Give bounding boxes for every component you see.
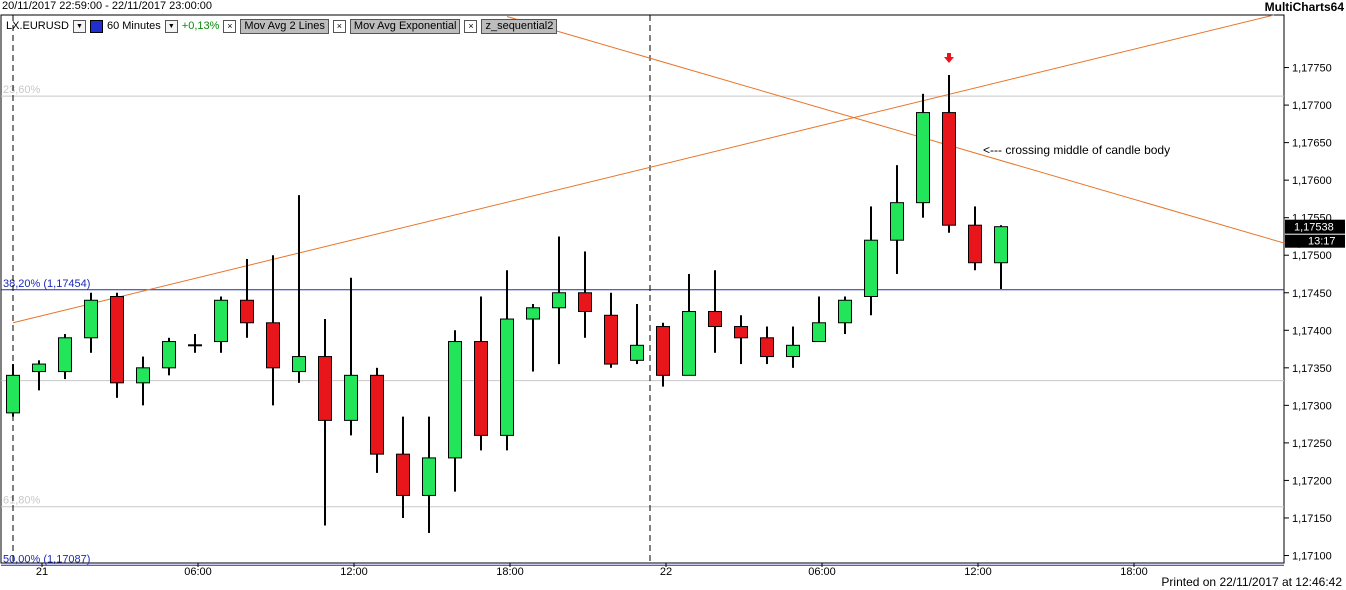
study-z-sequential2[interactable]: z_sequential2 — [481, 18, 558, 34]
change-label: +0,13% — [181, 20, 220, 32]
chevron-down-icon[interactable]: ▼ — [72, 19, 86, 33]
level-label: 23,60% — [3, 84, 41, 96]
candle-body — [500, 318, 514, 436]
candle-body — [84, 299, 98, 339]
candle-body — [6, 374, 20, 414]
candle-body — [890, 202, 904, 241]
date-range: 20/11/2017 22:59:00 - 22/11/2017 23:00:0… — [2, 0, 212, 12]
candle-body — [578, 292, 592, 313]
candle-body — [682, 311, 696, 376]
chart-toolbar: LX.EURUSD ▼ 60 Minutes ▼ +0,13% × Mov Av… — [6, 18, 561, 34]
candle-body — [812, 322, 826, 343]
candle-body — [136, 367, 150, 384]
x-tick-label: 21 — [36, 566, 48, 578]
y-tick-label: 1,17200 — [1292, 475, 1332, 487]
x-tick-label: 06:00 — [808, 566, 836, 578]
y-tick-label: 1,17600 — [1292, 175, 1332, 187]
chevron-down-icon[interactable]: ▼ — [164, 19, 178, 33]
y-tick-label: 1,17350 — [1292, 363, 1332, 375]
y-tick-label: 1,17450 — [1292, 288, 1332, 300]
level-label: 38,20% (1,17454) — [3, 278, 90, 290]
candle-body — [734, 326, 748, 339]
last-price-label: 1,17538 — [1294, 222, 1334, 234]
candle-body — [994, 226, 1008, 264]
close-icon[interactable]: × — [464, 19, 478, 33]
x-tick-label: 12:00 — [964, 566, 992, 578]
color-swatch-icon[interactable] — [89, 19, 103, 33]
candle-body — [370, 374, 384, 455]
y-tick-label: 1,17250 — [1292, 438, 1332, 450]
candle-body — [318, 356, 332, 421]
x-tick-label: 18:00 — [496, 566, 524, 578]
candle-body — [266, 322, 280, 369]
candle-body — [474, 341, 488, 436]
x-tick-label: 22 — [660, 566, 672, 578]
candle-body — [552, 292, 566, 309]
y-tick-label: 1,17500 — [1292, 250, 1332, 262]
candle-body — [968, 224, 982, 264]
candle-body — [708, 311, 722, 328]
y-tick-label: 1,17650 — [1292, 138, 1332, 150]
candle-body — [656, 326, 670, 376]
study-mov-avg-exponential[interactable]: Mov Avg Exponential — [349, 18, 461, 34]
printed-label: Printed on 22/11/2017 at 12:46:42 — [1161, 575, 1342, 589]
plot-area — [0, 14, 1285, 564]
annotation-text: <--- crossing middle of candle body — [983, 143, 1170, 157]
candle-body — [240, 299, 254, 324]
candle-body — [292, 356, 306, 373]
brand-label: MultiCharts64 — [1264, 0, 1344, 14]
candle-body — [760, 337, 774, 358]
candle-body — [526, 307, 540, 320]
candle-body — [864, 239, 878, 298]
y-tick-label: 1,17750 — [1292, 63, 1332, 75]
countdown-label: 13:17 — [1308, 236, 1336, 248]
price-chart[interactable]: 23,60% 38,20% (1,17454) 61,80% 50,00% (1,17… — [0, 0, 1346, 590]
symbol-label[interactable]: LX.EURUSD — [6, 20, 69, 32]
candle-body — [630, 344, 644, 361]
candle-body — [344, 374, 358, 421]
study-mov-avg-2-lines[interactable]: Mov Avg 2 Lines — [240, 18, 329, 34]
y-tick-label: 1,17150 — [1292, 513, 1332, 525]
x-tick-label: 18:00 — [1120, 566, 1148, 578]
candle-body — [162, 341, 176, 369]
y-tick-label: 1,17400 — [1292, 325, 1332, 337]
close-icon[interactable]: × — [223, 19, 237, 33]
level-label: 61,80% — [3, 495, 41, 507]
y-tick-label: 1,17700 — [1292, 100, 1332, 112]
candle-body — [58, 337, 72, 373]
y-tick-label: 1,17300 — [1292, 400, 1332, 412]
x-tick-label: 06:00 — [184, 566, 212, 578]
candle-body — [32, 363, 46, 373]
interval-label[interactable]: 60 Minutes — [107, 20, 161, 32]
candle-body — [838, 299, 852, 324]
candle-body — [448, 341, 462, 459]
level-label: 50,00% (1,17087) — [3, 553, 90, 565]
candle-body — [942, 112, 956, 226]
y-tick-label: 1,17100 — [1292, 550, 1332, 562]
chart-header: 20/11/2017 22:59:00 - 22/11/2017 23:00:0… — [0, 0, 1346, 14]
candle-body — [604, 314, 618, 365]
candle-body — [422, 457, 436, 496]
candle-body — [110, 296, 124, 384]
candle-body — [396, 453, 410, 496]
close-icon[interactable]: × — [332, 19, 346, 33]
candle-body — [786, 344, 800, 358]
candle-body — [916, 112, 930, 204]
candle-body — [214, 299, 228, 343]
x-tick-label: 12:00 — [340, 566, 368, 578]
